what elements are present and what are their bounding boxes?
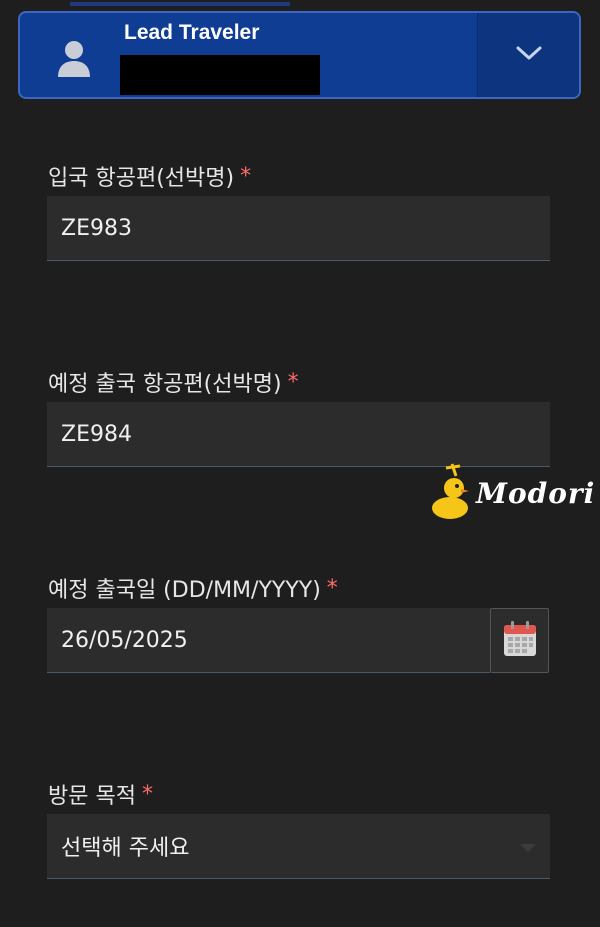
modori-watermark: Modori	[430, 460, 594, 526]
calendar-button[interactable]	[490, 608, 549, 673]
watermark-text: Modori	[476, 476, 596, 510]
departure-date-input[interactable]: 26/05/2025	[47, 608, 490, 673]
departure-flight-input[interactable]: ZE984	[47, 402, 550, 467]
arrival-flight-input[interactable]: ZE983	[47, 196, 550, 261]
lead-traveler-card[interactable]: Lead Traveler	[18, 11, 581, 99]
dropdown-arrow-icon	[520, 844, 536, 852]
required-mark: *	[141, 781, 153, 807]
user-icon	[56, 39, 92, 79]
duck-icon	[430, 460, 470, 526]
departure-date-label: 예정 출국일 (DD/MM/YYYY) *	[48, 575, 338, 604]
required-mark: *	[326, 575, 338, 601]
traveler-name-redacted	[120, 55, 320, 95]
expand-toggle-button[interactable]	[477, 13, 579, 97]
arrival-flight-value: ZE983	[61, 215, 132, 241]
required-mark: *	[240, 163, 252, 189]
required-mark: *	[287, 369, 299, 395]
chevron-down-icon	[515, 44, 543, 66]
visit-purpose-select[interactable]: 선택해 주세요	[47, 814, 550, 879]
departure-flight-label: 예정 출국 항공편(선박명) *	[48, 369, 299, 398]
lead-traveler-title: Lead Traveler	[124, 21, 260, 44]
visit-purpose-value: 선택해 주세요	[61, 836, 190, 861]
arrival-flight-label: 입국 항공편(선박명) *	[48, 163, 252, 192]
departure-flight-value: ZE984	[61, 421, 132, 447]
departure-date-value: 26/05/2025	[61, 627, 188, 653]
visit-purpose-label: 방문 목적 *	[48, 781, 153, 810]
calendar-icon	[503, 620, 537, 661]
